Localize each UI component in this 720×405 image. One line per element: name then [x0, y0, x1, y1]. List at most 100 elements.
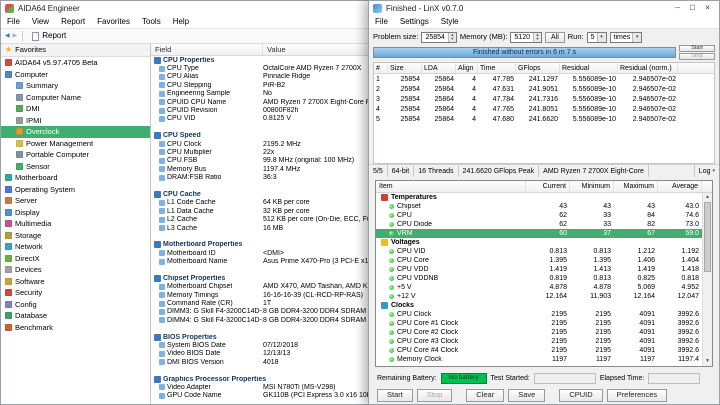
memory-input[interactable]: 5120 ▲ ▼ [510, 31, 542, 43]
stop-mini-button[interactable]: Stop [679, 53, 715, 60]
aida-menu-help[interactable]: Help [167, 18, 195, 26]
sidebar-item-label: Display [15, 207, 40, 217]
start-button[interactable]: Start [377, 388, 413, 402]
scrollbar-track[interactable] [703, 272, 712, 357]
close-button[interactable]: ✕ [700, 2, 715, 15]
sensor-row-cpu[interactable]: CPU 62 33 84 74.6 [376, 211, 702, 220]
sensor-row-cpu-core-4-clock[interactable]: CPU Core #4 Clock 2195 2195 4091 3992.6 [376, 346, 702, 355]
sidebar-item-display[interactable]: Display [1, 207, 150, 219]
sensor-column-average[interactable]: Average [658, 181, 702, 192]
sidebar-item-portable-computer[interactable]: Portable Computer [1, 149, 150, 161]
sidebar-item-summary[interactable]: Summary [1, 80, 150, 92]
scroll-up-icon[interactable]: ▲ [703, 193, 712, 202]
sidebar-item-dmi[interactable]: DMI [1, 103, 150, 115]
linx-menu-file[interactable]: File [369, 18, 394, 26]
sensor-row-cpu-vdd[interactable]: CPU VDD 1.419 1.413 1.419 1.418 [376, 265, 702, 274]
sensor-column-current[interactable]: Current [526, 181, 570, 192]
sensor-row-vrm[interactable]: VRM 60 37 67 59.0 [376, 229, 702, 238]
results-column-lda[interactable]: LDA [422, 63, 456, 73]
sensor-row-cpu-vid[interactable]: CPU VID 0.813 0.813 1.212 1.192 [376, 247, 702, 256]
sensor-group-voltages[interactable]: Voltages [376, 238, 702, 247]
sidebar-item-aida64-v5-97-4705-beta[interactable]: AIDA64 v5.97.4705 Beta [1, 57, 150, 69]
status-segment-log[interactable]: Log ▾ [693, 165, 719, 177]
sensor-row-cpu-core[interactable]: CPU Core 1.395 1.395 1.406 1.404 [376, 256, 702, 265]
minimize-button[interactable]: ─ [670, 2, 685, 15]
preferences-button[interactable]: Preferences [606, 388, 668, 402]
results-column-[interactable]: # [374, 63, 388, 73]
run-unit-select[interactable]: times ▾ [609, 31, 643, 43]
spin-down-icon[interactable]: ▼ [534, 37, 541, 42]
aida-menu-report[interactable]: Report [55, 18, 91, 26]
all-button[interactable]: All [544, 31, 565, 43]
sensor-scrollbar[interactable]: ▲ ▼ [702, 193, 712, 366]
sensor-column-minimum[interactable]: Minimum [570, 181, 614, 192]
back-icon[interactable]: ◀ [5, 33, 10, 39]
sensor-row-12-v[interactable]: +12 V 12.164 11.903 12.164 12.047 [376, 292, 702, 301]
scroll-down-icon[interactable]: ▼ [703, 357, 712, 366]
sidebar-item-network[interactable]: Network [1, 241, 150, 253]
sidebar-item-operating-system[interactable]: Operating System [1, 184, 150, 196]
sidebar-item-database[interactable]: Database [1, 310, 150, 322]
scrollbar-thumb[interactable] [704, 202, 711, 272]
sidebar-item-sensor[interactable]: Sensor [1, 161, 150, 173]
sidebar-item-software[interactable]: Software [1, 276, 150, 288]
sidebar-item-power-management[interactable]: Power Management [1, 138, 150, 150]
sensor-column-maximum[interactable]: Maximum [614, 181, 658, 192]
sensor-row-5-v[interactable]: +5 V 4.878 4.878 5.069 4.952 [376, 283, 702, 292]
linx-menu-settings[interactable]: Settings [394, 18, 435, 26]
results-column-gflops[interactable]: GFlops [516, 63, 560, 73]
report-button[interactable]: Report [28, 31, 70, 42]
aida-menu-view[interactable]: View [26, 18, 55, 26]
sidebar-item-motherboard[interactable]: Motherboard [1, 172, 150, 184]
sensor-row-memory-clock[interactable]: Memory Clock 1197 1197 1197 1197.4 [376, 355, 702, 364]
aida-menu-file[interactable]: File [1, 18, 26, 26]
linx-menu-style[interactable]: Style [435, 18, 465, 26]
sidebar-item-computer-name[interactable]: Computer Name [1, 92, 150, 104]
sidebar-item-storage[interactable]: Storage [1, 230, 150, 242]
chevron-down-icon: ▾ [632, 32, 642, 42]
sidebar-item-overclock[interactable]: Overclock [1, 126, 150, 138]
sensor-value: 3992.6 [677, 311, 699, 318]
aida-menu-favorites[interactable]: Favorites [91, 18, 136, 26]
aida-menu-tools[interactable]: Tools [136, 18, 167, 26]
results-column-residual-norm[interactable]: Residual (norm.) [618, 63, 678, 73]
problem-size-spinner[interactable]: ▲ ▼ [447, 32, 456, 42]
results-column-time[interactable]: Time [478, 63, 516, 73]
forward-icon[interactable]: ▶ [13, 33, 18, 39]
sidebar-item-ipmi[interactable]: IPMI [1, 115, 150, 127]
results-column-size[interactable]: Size [388, 63, 422, 73]
sidebar-item-benchmark[interactable]: Benchmark [1, 322, 150, 334]
sensor-group-temperatures[interactable]: Temperatures [376, 193, 702, 202]
save-button[interactable]: Save [508, 388, 546, 402]
clear-button[interactable]: Clear [466, 388, 505, 402]
stop-button[interactable]: Stop [416, 388, 453, 402]
sensor-row-cpu-core-3-clock[interactable]: CPU Core #3 Clock 2195 2195 4091 3992.6 [376, 337, 702, 346]
results-column-align[interactable]: Align [456, 63, 478, 73]
sensor-row-cpu-core-1-clock[interactable]: CPU Core #1 Clock 2195 2195 4091 3992.6 [376, 319, 702, 328]
cpuid-button[interactable]: CPUID [559, 388, 603, 402]
column-header-field[interactable]: Field [151, 44, 263, 55]
sensor-row-cpu-core-2-clock[interactable]: CPU Core #2 Clock 2195 2195 4091 3992.6 [376, 328, 702, 337]
start-mini-button[interactable]: Start [679, 45, 715, 52]
tab-favorites[interactable]: ★ Favorites [1, 44, 150, 57]
problem-size-input[interactable]: 25854 ▲ ▼ [421, 31, 457, 43]
sensor-row-chipset[interactable]: Chipset 43 43 43 43.0 [376, 202, 702, 211]
sensor-group-clocks[interactable]: Clocks [376, 301, 702, 310]
run-count-select[interactable]: 5 ▾ [586, 31, 607, 43]
spin-down-icon[interactable]: ▼ [449, 37, 456, 42]
sidebar-item-multimedia[interactable]: Multimedia [1, 218, 150, 230]
sensor-column-item[interactable]: Item [376, 181, 526, 192]
sidebar-item-directx[interactable]: DirectX [1, 253, 150, 265]
sidebar-item-server[interactable]: Server [1, 195, 150, 207]
sidebar-item-devices[interactable]: Devices [1, 264, 150, 276]
sidebar-item-security[interactable]: Security [1, 287, 150, 299]
maximize-button[interactable]: ☐ [685, 2, 700, 15]
summary-icon [16, 82, 23, 90]
results-column-residual[interactable]: Residual [560, 63, 618, 73]
sensor-row-cpu-diode[interactable]: CPU Diode 62 33 82 73.0 [376, 220, 702, 229]
sensor-row-cpu-clock[interactable]: CPU Clock 2195 2195 4091 3992.6 [376, 310, 702, 319]
memory-spinner[interactable]: ▲ ▼ [532, 32, 541, 42]
sidebar-item-config[interactable]: Config [1, 299, 150, 311]
sensor-row-cpu-vddnb[interactable]: CPU VDDNB 0.819 0.813 0.825 0.818 [376, 274, 702, 283]
sidebar-item-computer[interactable]: Computer [1, 69, 150, 81]
